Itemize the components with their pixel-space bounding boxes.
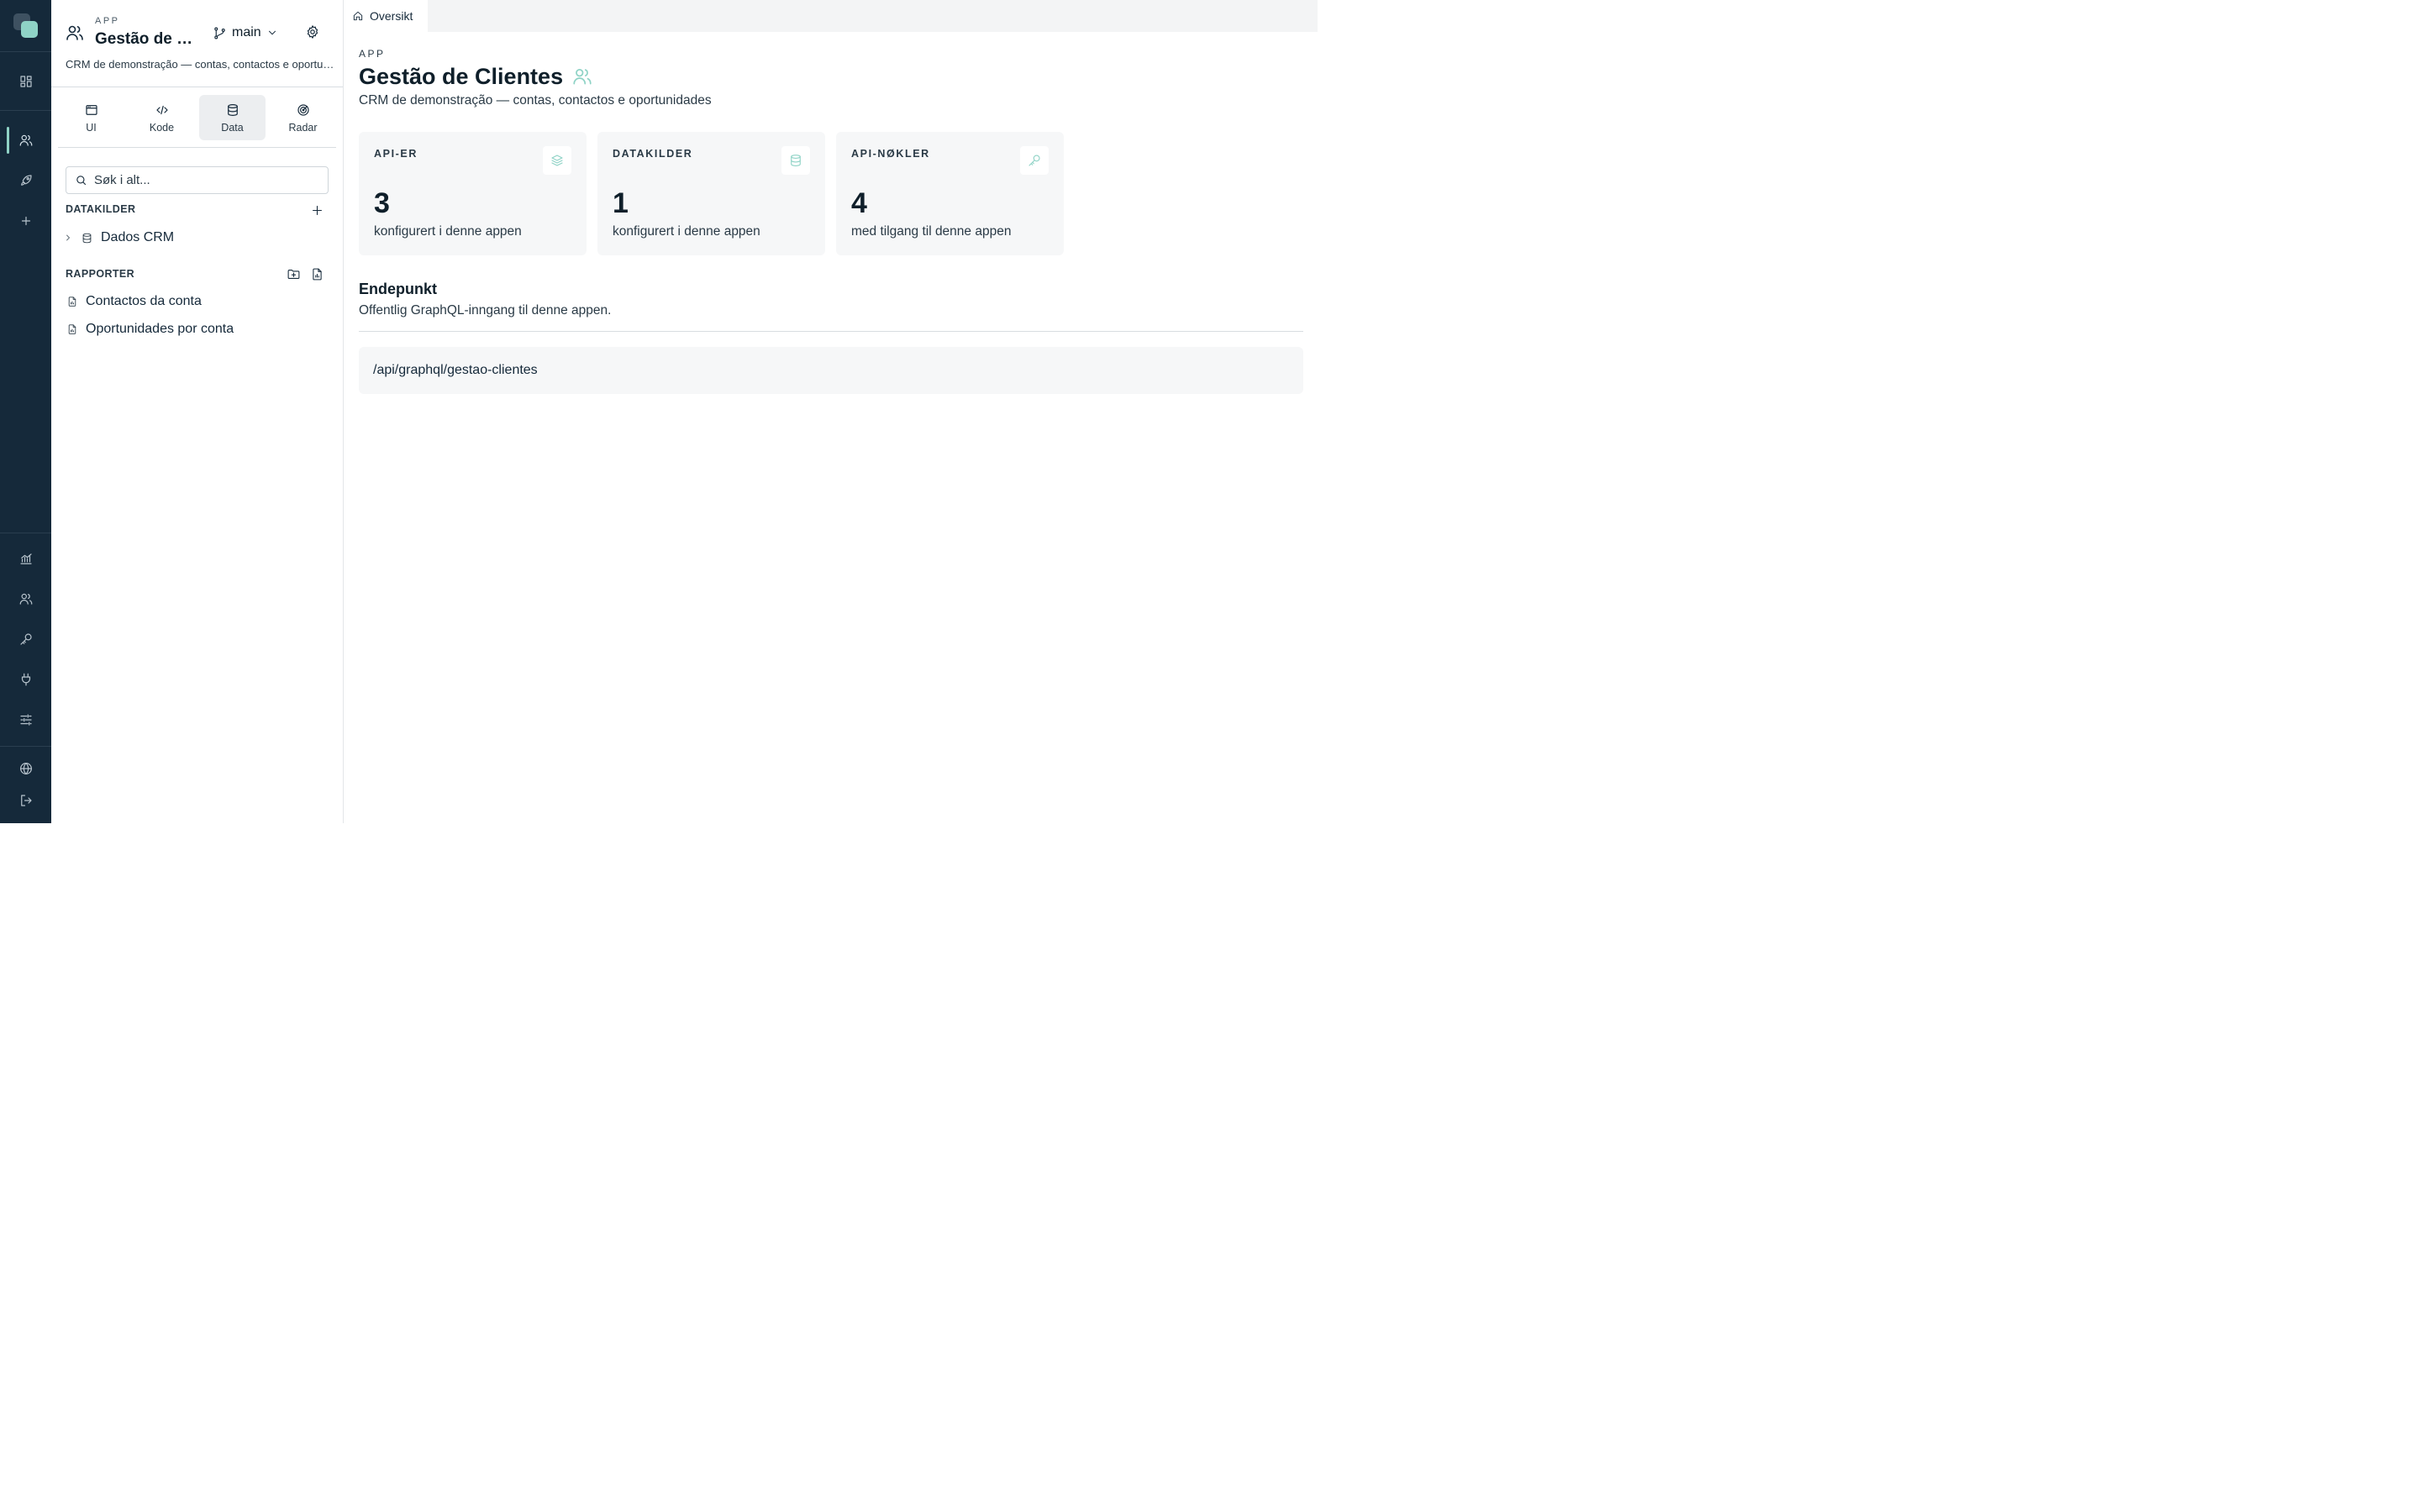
main-content: APP Gestão de Clientes CRM de demonstraç… — [344, 32, 1318, 823]
tab-label: UI — [86, 121, 97, 134]
tab-radar[interactable]: Radar — [270, 95, 336, 140]
app-root: APP Gestão de Clientes main CRM de demon… — [0, 0, 1318, 823]
stat-caption: med tilgang til denne appen — [851, 224, 1012, 239]
stat-card-datasources: DATAKILDER 1 konfigurert i denne appen — [597, 132, 825, 255]
rail-divider — [0, 51, 51, 52]
home-icon — [353, 11, 363, 21]
stat-value: 4 — [851, 187, 867, 219]
plug-icon[interactable] — [0, 663, 51, 696]
tabs-divider — [58, 147, 336, 148]
window-icon — [85, 104, 97, 115]
stat-value: 1 — [613, 187, 629, 219]
users-icon — [573, 69, 592, 85]
endpoint-url[interactable]: /api/graphql/gestao-clientes — [373, 363, 538, 378]
git-branch-icon — [214, 27, 225, 39]
report-icon — [68, 297, 76, 307]
rocket-icon[interactable] — [0, 164, 51, 197]
tab-label: Radar — [288, 121, 318, 134]
stat-card-apis: API-ER 3 konfigurert i denne appen — [359, 132, 587, 255]
sidebar-search[interactable] — [66, 166, 329, 194]
users-icon — [65, 23, 85, 43]
layers-icon — [543, 146, 571, 175]
endpoint-subtitle: Offentlig GraphQL-inngang til denne appe… — [359, 303, 612, 318]
gear-icon — [307, 25, 318, 39]
key-icon — [1020, 146, 1049, 175]
endpoint-title: Endepunkt — [359, 281, 437, 297]
search-icon — [76, 176, 87, 186]
dashboard-icon[interactable] — [0, 65, 51, 98]
stat-label: API-NØKLER — [851, 148, 930, 160]
tab-data[interactable]: Data — [199, 95, 266, 140]
left-rail — [0, 0, 51, 823]
stat-caption: konfigurert i denne appen — [613, 224, 760, 239]
rail-divider — [0, 746, 51, 747]
tab-oversikt[interactable]: Oversikt — [344, 0, 428, 32]
add-datasource-button[interactable] — [308, 202, 325, 218]
analytics-icon[interactable] — [0, 542, 51, 575]
radar-icon — [297, 103, 309, 116]
report-label: Oportunidades por conta — [86, 322, 234, 336]
new-folder-button[interactable] — [285, 265, 302, 282]
report-icon — [312, 268, 322, 280]
database-icon — [781, 146, 810, 175]
sidebar-app-title: Gestão de Clientes — [95, 30, 194, 48]
page-subtitle: CRM de demonstração — contas, contactos … — [359, 93, 712, 108]
stat-label: DATAKILDER — [613, 148, 693, 160]
sidebar-eyebrow: APP — [95, 16, 120, 26]
reports-title: RAPPORTER — [66, 268, 135, 280]
page-title: Gestão de Clientes — [359, 62, 593, 91]
datasource-item[interactable]: Dados CRM — [63, 228, 174, 248]
branch-selector[interactable]: main — [213, 24, 278, 42]
stat-value: 3 — [374, 187, 390, 219]
tab-label: Kode — [149, 121, 175, 134]
code-icon — [155, 105, 168, 114]
sliders-icon[interactable] — [0, 703, 51, 737]
stat-card-api-keys: API-NØKLER 4 med tilgang til denne appen — [836, 132, 1064, 255]
app-sidebar: APP Gestão de Clientes main CRM de demon… — [51, 0, 344, 823]
datasources-title: DATAKILDER — [66, 203, 136, 215]
endpoint-divider — [359, 331, 1303, 332]
key-icon[interactable] — [0, 622, 51, 656]
tab-kode[interactable]: Kode — [129, 95, 195, 140]
team-icon[interactable] — [0, 582, 51, 616]
settings-button[interactable] — [305, 24, 322, 41]
sidebar-tabs: UI Kode Data Radar — [58, 95, 336, 140]
rail-divider — [0, 110, 51, 111]
stat-label: API-ER — [374, 148, 418, 160]
datasource-label: Dados CRM — [101, 230, 175, 244]
plus-icon[interactable] — [0, 204, 51, 238]
database-icon — [82, 233, 92, 243]
tab-label: Oversikt — [370, 9, 413, 23]
report-item[interactable]: Contactos da conta — [66, 291, 202, 312]
plus-icon — [312, 205, 322, 215]
users-icon[interactable] — [0, 123, 51, 157]
search-input[interactable] — [94, 173, 304, 187]
report-item[interactable]: Oportunidades por conta — [66, 319, 234, 339]
folder-plus-icon — [287, 269, 299, 279]
new-report-button[interactable] — [308, 265, 325, 282]
chevron-right-icon[interactable] — [63, 233, 73, 243]
sidebar-description: CRM de demonstração — contas, contactos … — [66, 58, 334, 71]
document-tabbar: Oversikt — [344, 0, 1318, 32]
database-icon — [227, 103, 238, 116]
tab-label: Data — [221, 121, 244, 134]
report-label: Contactos da conta — [86, 294, 202, 308]
globe-icon[interactable] — [0, 752, 51, 785]
tab-ui[interactable]: UI — [58, 95, 124, 140]
page-title-text: Gestão de Clientes — [359, 63, 564, 89]
page-eyebrow: APP — [359, 48, 386, 60]
branch-label: main — [232, 25, 261, 39]
endpoint-url-box[interactable]: /api/graphql/gestao-clientes — [359, 347, 1303, 394]
report-icon — [68, 324, 76, 334]
chevron-down-icon — [268, 30, 276, 35]
logout-icon[interactable] — [0, 784, 51, 817]
app-logo[interactable] — [13, 13, 39, 39]
stat-caption: konfigurert i denne appen — [374, 224, 522, 239]
